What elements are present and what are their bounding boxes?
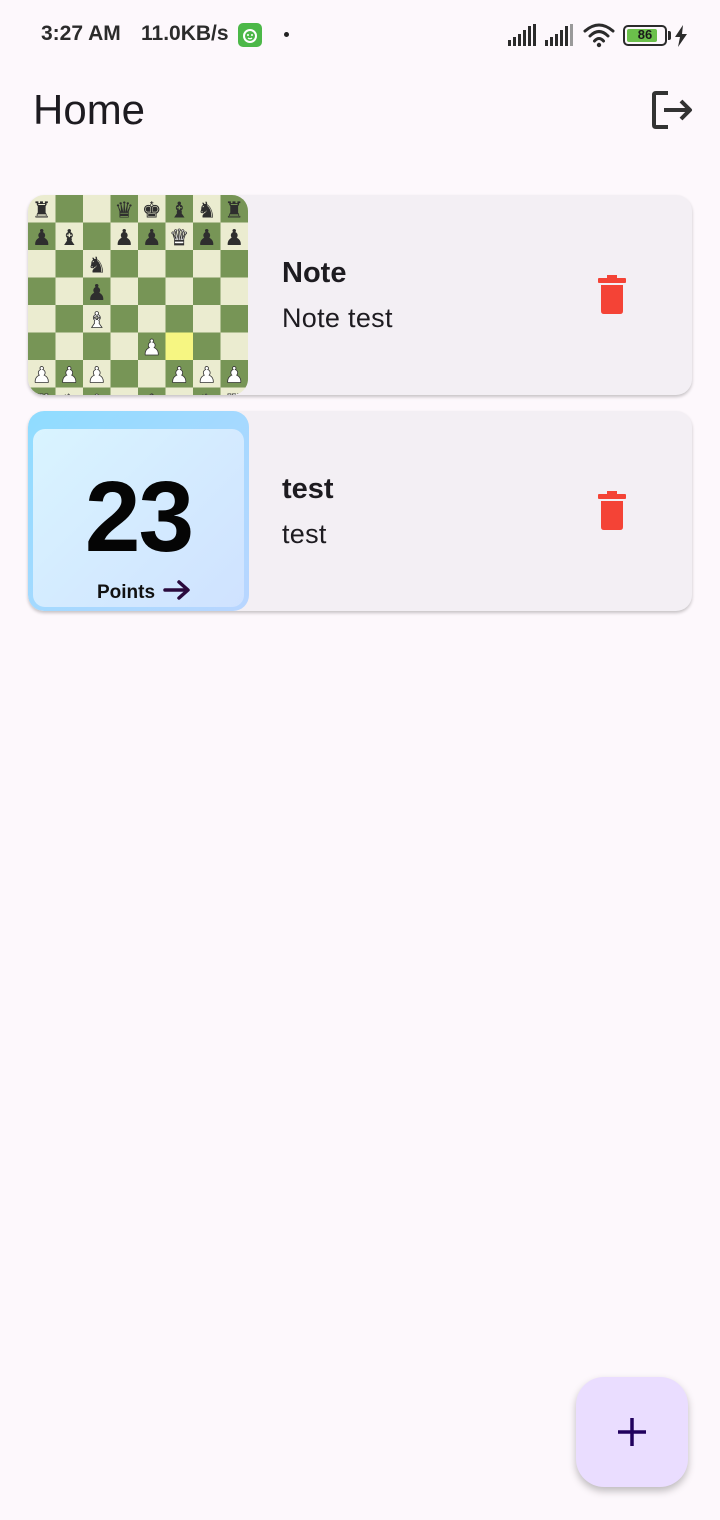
chess-piece-icon: ♟ <box>142 336 162 361</box>
battery-cap <box>668 31 671 40</box>
chess-piece-icon: ♟ <box>87 364 107 389</box>
delete-button[interactable] <box>594 275 630 315</box>
chess-piece-icon: ♟ <box>142 226 162 251</box>
chess-piece-icon: ♟ <box>32 226 52 251</box>
board-square <box>193 277 221 305</box>
chess-board: ♜♛♚♝♞♜♟♝♟♟♛♟♟♞♟♝♟♟♟♟♟♟♟♜♞♝♚♞♜ <box>28 195 248 395</box>
board-square <box>193 332 221 360</box>
board-square <box>220 332 248 360</box>
chess-board-thumbnail: ♜♛♚♝♞♜♟♝♟♟♛♟♟♞♟♝♟♟♟♟♟♟♟♜♞♝♚♞♜ <box>28 195 248 395</box>
board-square <box>55 305 83 333</box>
points-panel: 23 Points <box>33 429 244 607</box>
board-square <box>55 277 83 305</box>
board-square <box>165 332 193 360</box>
note-title: test <box>282 473 334 505</box>
board-square <box>165 250 193 278</box>
note-title: Note <box>282 257 347 289</box>
board-square <box>110 332 138 360</box>
app-notification-icon <box>238 23 262 47</box>
wifi-icon <box>583 23 615 48</box>
arrow-right-icon <box>163 580 190 600</box>
logout-button[interactable] <box>646 88 696 134</box>
chess-piece-icon: ♜ <box>224 199 244 224</box>
board-square <box>138 305 166 333</box>
chess-piece-icon: ♟ <box>87 281 107 306</box>
board-square <box>220 305 248 333</box>
board-square <box>83 332 111 360</box>
trash-icon <box>598 491 626 530</box>
add-note-button[interactable] <box>576 1377 688 1487</box>
signal-icon <box>545 24 573 46</box>
chess-piece-icon: ♟ <box>197 226 217 251</box>
board-square <box>55 195 83 223</box>
chess-piece-icon: ♞ <box>87 254 107 279</box>
plus-icon <box>618 1418 646 1446</box>
board-square <box>83 195 111 223</box>
board-square <box>28 250 56 278</box>
board-square <box>110 250 138 278</box>
chess-piece-icon: ♟ <box>169 364 189 389</box>
chess-piece-icon: ♟ <box>197 364 217 389</box>
chess-piece-icon: ♝ <box>59 226 79 251</box>
board-square <box>110 305 138 333</box>
chess-piece-icon: ♞ <box>197 199 217 224</box>
chess-piece-icon: ♚ <box>142 391 162 395</box>
points-label: Points <box>97 582 156 603</box>
charging-icon <box>675 25 687 47</box>
chess-piece-icon: ♛ <box>169 226 189 251</box>
chess-piece-icon: ♚ <box>142 199 162 224</box>
chess-piece-icon: ♟ <box>224 226 244 251</box>
battery-icon: 86 <box>623 25 667 46</box>
chess-piece-icon: ♟ <box>59 364 79 389</box>
board-square <box>220 250 248 278</box>
signal-icon <box>508 24 536 46</box>
note-subtitle: test <box>282 519 327 549</box>
delete-button[interactable] <box>594 491 630 531</box>
board-square <box>165 387 193 395</box>
board-square <box>165 305 193 333</box>
board-square <box>28 305 56 333</box>
chess-piece-icon: ♝ <box>87 391 107 395</box>
chess-piece-icon: ♝ <box>87 309 107 334</box>
chess-piece-icon: ♞ <box>197 391 217 395</box>
board-square <box>138 250 166 278</box>
page-title: Home <box>33 86 146 133</box>
chess-piece-icon: ♜ <box>224 391 244 395</box>
board-square <box>220 277 248 305</box>
chess-piece-icon: ♝ <box>169 199 189 224</box>
board-square <box>193 250 221 278</box>
logout-icon <box>652 91 692 129</box>
board-square <box>55 332 83 360</box>
chess-piece-icon: ♜ <box>32 199 52 224</box>
battery-level-text: 86 <box>637 27 653 42</box>
chess-piece-icon: ♛ <box>114 199 134 224</box>
board-square <box>28 332 56 360</box>
network-speed: 11.0KB/s <box>141 22 229 45</box>
board-square <box>110 360 138 388</box>
chess-piece-icon: ♟ <box>114 226 134 251</box>
board-square <box>83 222 111 250</box>
chess-piece-icon: ♞ <box>59 391 79 395</box>
board-square <box>138 277 166 305</box>
points-value: 23 <box>84 461 194 573</box>
chess-piece-icon: ♟ <box>224 364 244 389</box>
dot-icon <box>284 32 289 37</box>
board-square <box>28 277 56 305</box>
status-time: 3:27 AM <box>41 22 121 45</box>
note-subtitle: Note test <box>282 303 393 333</box>
board-square <box>110 387 138 395</box>
note-card[interactable]: 23 Points test test <box>28 411 692 611</box>
trash-icon <box>598 275 626 314</box>
board-square <box>55 250 83 278</box>
status-bar: 3:27 AM 11.0KB/s 86 <box>0 0 720 70</box>
note-card[interactable]: ♜♛♚♝♞♜♟♝♟♟♛♟♟♞♟♝♟♟♟♟♟♟♟♜♞♝♚♞♜ Note Note … <box>28 195 692 395</box>
board-square <box>110 277 138 305</box>
board-square <box>193 305 221 333</box>
points-thumbnail: 23 Points <box>28 411 249 611</box>
chess-piece-icon: ♟ <box>32 364 52 389</box>
chess-piece-icon: ♜ <box>32 391 52 395</box>
board-square <box>138 360 166 388</box>
board-square <box>165 277 193 305</box>
